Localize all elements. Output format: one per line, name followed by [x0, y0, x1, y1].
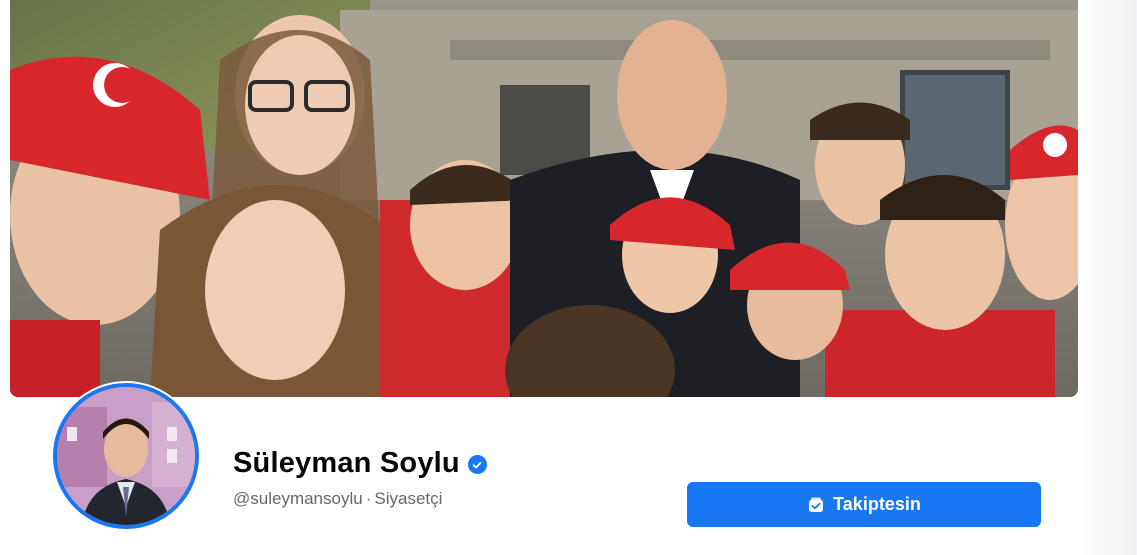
- profile-name: Süleyman Soylu: [233, 447, 460, 479]
- profile-name-row: Süleyman Soylu: [233, 447, 487, 480]
- following-button-label: Takiptesin: [833, 494, 921, 514]
- following-button[interactable]: Takiptesin: [687, 482, 1041, 527]
- cover-photo-image: [10, 0, 1078, 397]
- profile-category[interactable]: Siyasetçi: [374, 489, 442, 508]
- profile-handle-line: @suleymansoylu · Siyasetçi: [233, 489, 442, 509]
- profile-page: Süleyman Soylu @suleymansoylu · Siyasetçi …: [0, 0, 1137, 555]
- profile-picture[interactable]: [53, 383, 199, 529]
- profile-handle: @suleymansoylu: [233, 489, 363, 508]
- profile-picture-frame: [51, 381, 201, 531]
- avatar: [57, 387, 195, 525]
- following-check-icon: [807, 496, 825, 514]
- cover-photo[interactable]: [10, 0, 1078, 397]
- separator-dot: ·: [365, 489, 372, 508]
- verified-badge-icon: [467, 455, 487, 474]
